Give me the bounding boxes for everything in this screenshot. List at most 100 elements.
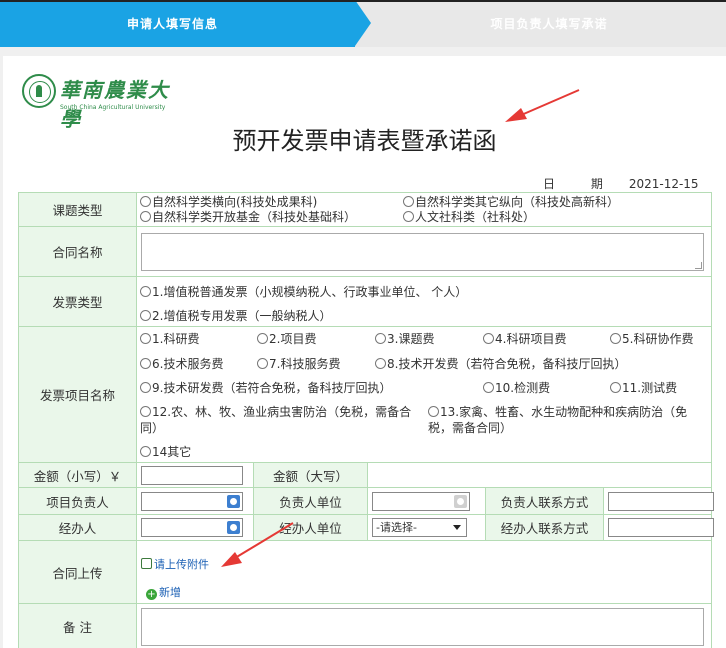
invoice-item-option-13[interactable]: 13.家禽、牲畜、水生动物配种和疾病防治（免税，需备合同） — [428, 404, 703, 436]
date-value: 2021-12-15 — [628, 177, 699, 191]
application-form: 课题类型 自然科学类横向(科技处成果科) 自然科学类其它纵向（科技处高新科） 自… — [18, 192, 714, 648]
contract-name-label: 合同名称 — [18, 226, 137, 277]
topic-type-label: 课题类型 — [18, 192, 137, 227]
progress-steps: 申请人填写信息 项目负责人填写承诺 — [0, 0, 726, 47]
handler-unit-cell: -请选择- — [367, 514, 486, 541]
remarks-cell — [135, 603, 713, 648]
invoice-type-label: 发票类型 — [18, 276, 137, 327]
handler-unit-select[interactable]: -请选择- — [372, 518, 467, 537]
invoice-item-option-3[interactable]: 3.课题费 — [375, 331, 434, 347]
upload-attachment-link[interactable]: 请上传附件 — [141, 556, 209, 572]
radio-icon[interactable] — [428, 405, 439, 417]
radio-icon[interactable] — [140, 285, 151, 297]
radio-icon[interactable] — [140, 332, 151, 344]
row-amount: 金额（小写）￥ 金额（大写） — [18, 462, 713, 488]
invoice-item-option-10[interactable]: 10.检测费 — [483, 380, 550, 396]
invoice-type-option-2[interactable]: 2.增值税专用发票（一般纳税人） — [140, 308, 331, 324]
chevron-down-icon[interactable] — [450, 522, 464, 533]
amount-big-label: 金额（大写） — [253, 462, 368, 488]
row-invoice-item: 发票项目名称 1.科研费 2.项目费 3.课题费 4.科研项目费 5.科研协作费… — [18, 326, 713, 463]
invoice-item-option-9[interactable]: 9.技术研发费（若符合免税，备科技厅回执） — [140, 380, 391, 396]
user-picker-icon[interactable] — [227, 521, 240, 534]
step-applicant-label: 申请人填写信息 — [126, 17, 218, 31]
topic-type-options: 自然科学类横向(科技处成果科) 自然科学类其它纵向（科技处高新科） 自然科学类开… — [135, 192, 713, 227]
radio-icon[interactable] — [140, 210, 151, 222]
row-leader: 项目负责人 负责人单位 负责人联系方式 — [18, 487, 714, 515]
contract-upload-label: 合同上传 — [18, 540, 137, 604]
invoice-item-option-5[interactable]: 5.科研协作费 — [610, 331, 693, 347]
remarks-input[interactable] — [141, 607, 704, 646]
handler-input[interactable] — [141, 518, 243, 537]
amount-small-input[interactable] — [141, 465, 243, 485]
university-seal-icon — [22, 74, 56, 108]
leader-unit-input[interactable] — [372, 491, 470, 511]
row-contract-upload: 合同上传 请上传附件 + 新增 — [18, 540, 713, 604]
contract-upload-cell: 请上传附件 + 新增 — [135, 540, 713, 604]
leader-cell — [136, 487, 254, 515]
topic-option-1[interactable]: 自然科学类横向(科技处成果科) — [140, 194, 317, 210]
attachment-icon — [141, 558, 152, 569]
row-remarks: 备 注 — [18, 603, 713, 648]
radio-icon[interactable] — [483, 381, 494, 393]
building-icon — [454, 494, 467, 508]
radio-icon[interactable] — [257, 332, 268, 344]
date-row: 日 期 2021-12-15 — [543, 175, 699, 192]
invoice-item-option-12[interactable]: 12.农、林、牧、渔业病虫害防治（免税，需备合同） — [140, 404, 420, 436]
step-leader-label[interactable]: 项目负责人填写承诺 — [372, 15, 726, 32]
radio-icon[interactable] — [140, 445, 151, 457]
invoice-item-option-1[interactable]: 1.科研费 — [140, 331, 199, 347]
amount-big-cell — [366, 462, 713, 488]
radio-icon[interactable] — [257, 357, 268, 369]
leader-contact-input[interactable] — [608, 491, 714, 511]
topic-option-2[interactable]: 自然科学类其它纵向（科技处高新科） — [403, 194, 619, 210]
leader-contact-label: 负责人联系方式 — [485, 487, 604, 515]
handler-contact-cell — [602, 514, 714, 541]
page-title: 预开发票申请表暨承诺函 — [232, 127, 497, 155]
radio-icon[interactable] — [140, 309, 151, 321]
invoice-item-option-8[interactable]: 8.技术开发费（若符合免税，备科技厅回执） — [375, 356, 626, 372]
contract-name-input[interactable] — [141, 232, 704, 271]
radio-icon[interactable] — [140, 357, 151, 369]
radio-icon[interactable] — [403, 210, 414, 222]
row-topic-type: 课题类型 自然科学类横向(科技处成果科) 自然科学类其它纵向（科技处高新科） 自… — [18, 192, 713, 227]
invoice-item-option-11[interactable]: 11.测试费 — [610, 380, 677, 396]
top-border — [0, 0, 726, 2]
row-handler: 经办人 经办人单位 -请选择- 经办人联系方式 — [18, 514, 714, 541]
plus-icon: + — [146, 589, 157, 600]
form-paper: 華南農業大學 South China Agricultural Universi… — [3, 56, 726, 648]
radio-icon[interactable] — [140, 405, 151, 417]
topic-option-4[interactable]: 人文社科类（社科处） — [403, 209, 535, 225]
resize-grip-icon[interactable] — [695, 261, 702, 269]
radio-icon[interactable] — [375, 332, 386, 344]
invoice-type-option-1[interactable]: 1.增值税普通发票（小规模纳税人、行政事业单位、 个人） — [140, 284, 467, 300]
row-invoice-type: 发票类型 1.增值税普通发票（小规模纳税人、行政事业单位、 个人） 2.增值税专… — [18, 276, 713, 327]
topic-option-3[interactable]: 自然科学类开放基金（科技处基础科） — [140, 209, 356, 225]
leader-unit-label: 负责人单位 — [253, 487, 368, 515]
remarks-label: 备 注 — [18, 603, 137, 648]
radio-icon[interactable] — [610, 332, 621, 344]
handler-unit-label: 经办人单位 — [253, 514, 368, 541]
invoice-item-option-6[interactable]: 6.技术服务费 — [140, 356, 223, 372]
add-attachment-button[interactable]: + 新增 — [146, 584, 181, 600]
leader-input[interactable] — [141, 491, 243, 511]
invoice-item-label: 发票项目名称 — [18, 326, 137, 463]
radio-icon[interactable] — [140, 195, 151, 207]
radio-icon[interactable] — [403, 195, 414, 207]
radio-icon[interactable] — [375, 357, 386, 369]
contract-name-cell — [135, 226, 713, 277]
radio-icon[interactable] — [610, 381, 621, 393]
invoice-item-option-4[interactable]: 4.科研项目费 — [483, 331, 566, 347]
university-logo: 華南農業大學 South China Agricultural Universi… — [22, 74, 182, 131]
handler-contact-input[interactable] — [608, 518, 714, 537]
invoice-item-option-14[interactable]: 14其它 — [140, 444, 191, 460]
user-picker-icon[interactable] — [227, 494, 240, 508]
invoice-item-option-2[interactable]: 2.项目费 — [257, 331, 316, 347]
invoice-type-options: 1.增值税普通发票（小规模纳税人、行政事业单位、 个人） 2.增值税专用发票（一… — [135, 276, 713, 327]
invoice-item-option-7[interactable]: 7.科技服务费 — [257, 356, 340, 372]
radio-icon[interactable] — [483, 332, 494, 344]
radio-icon[interactable] — [140, 381, 151, 393]
handler-label: 经办人 — [18, 514, 137, 541]
leader-contact-cell — [602, 487, 714, 515]
invoice-item-options: 1.科研费 2.项目费 3.课题费 4.科研项目费 5.科研协作费 6.技术服务… — [135, 326, 713, 463]
amount-small-cell — [136, 462, 254, 488]
